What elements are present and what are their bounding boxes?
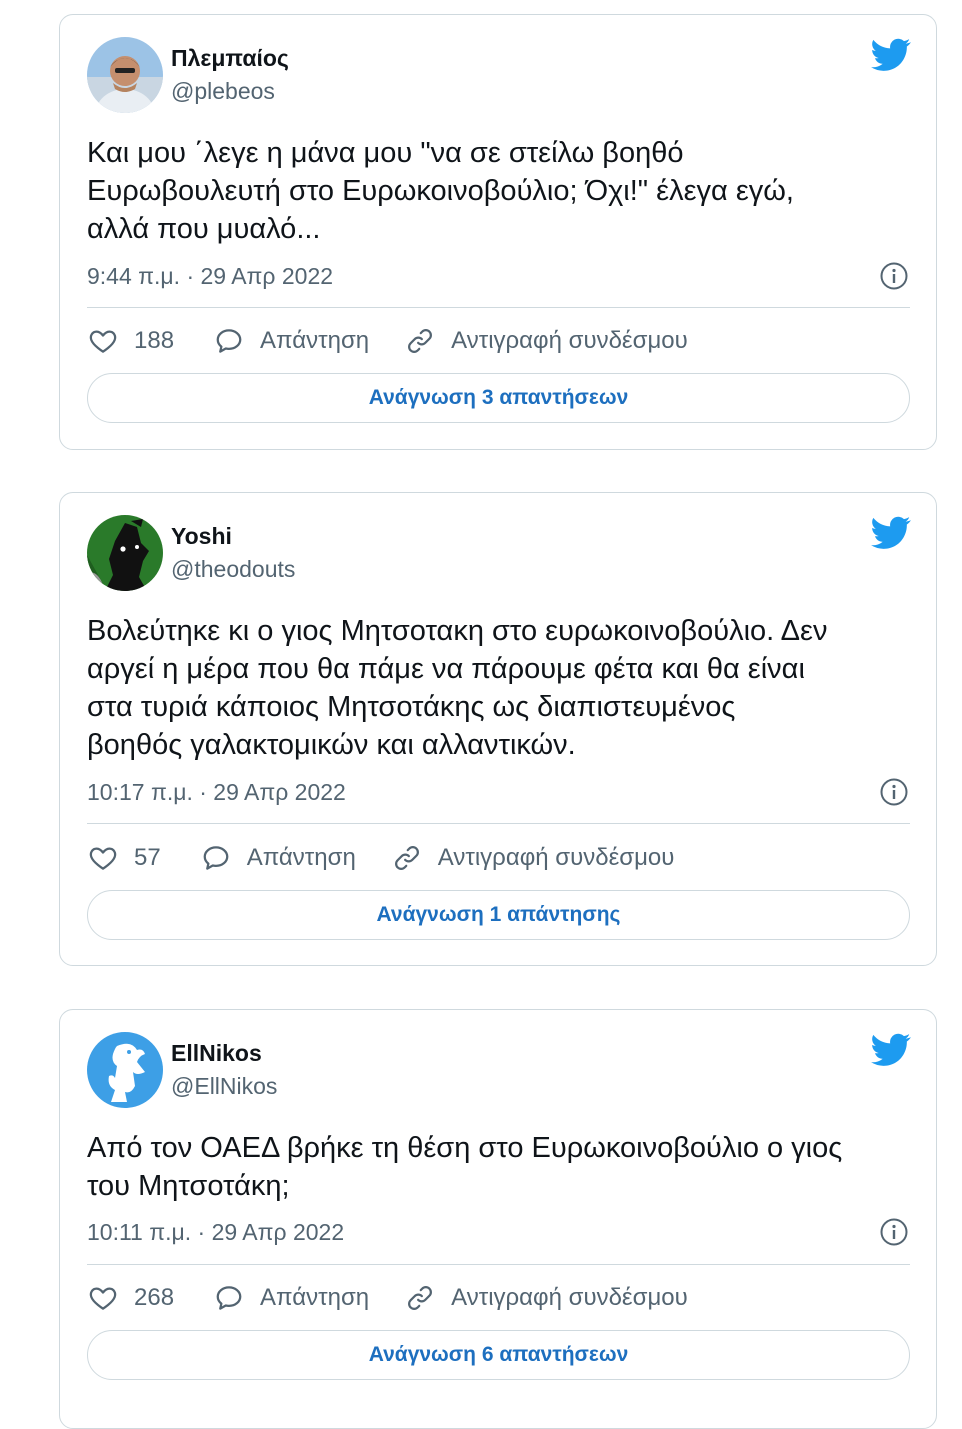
read-replies-button[interactable]: Ανάγνωση 1 απάντησης [87, 890, 910, 940]
display-name[interactable]: Yoshi [171, 522, 232, 550]
tweet-card: Yoshi @theodouts Βολεύτηκε κι ο γιος Μητ… [59, 492, 937, 966]
like-count: 57 [134, 844, 161, 871]
divider [87, 307, 910, 308]
twitter-bird-icon[interactable] [871, 1033, 911, 1067]
link-icon [394, 846, 419, 870]
like-count: 188 [134, 327, 175, 354]
link-icon [408, 1286, 433, 1310]
copy-link-label: Αντιγραφή συνδέσμου [451, 327, 688, 354]
like-button[interactable]: 268 [88, 1283, 174, 1313]
read-replies-button[interactable]: Ανάγνωση 3 απαντήσεων [87, 373, 910, 423]
link-icon [408, 329, 433, 353]
reply-label: Απάντηση [246, 844, 356, 871]
reply-label: Απάντηση [260, 1284, 370, 1311]
user-handle[interactable]: @theodouts [171, 555, 295, 583]
divider [87, 1264, 910, 1265]
tweet-text: Και μου ΄λεγε η μάνα μου "να σε στείλω β… [87, 137, 794, 245]
copy-link-label: Αντιγραφή συνδέσμου [451, 1284, 688, 1311]
copy-link-label: Αντιγραφή συνδέσμου [437, 844, 675, 871]
reply-button[interactable]: Απάντηση [214, 1283, 369, 1313]
reply-bubble-icon [203, 846, 229, 870]
avatar[interactable] [87, 515, 163, 591]
avatar[interactable] [87, 37, 163, 113]
like-button[interactable]: 188 [88, 326, 174, 356]
reply-label: Απάντηση [260, 327, 370, 354]
avatar[interactable] [87, 1032, 163, 1108]
tweet-card: Πλεμπαίος @plebeos Και μου ΄λεγε η μάνα … [59, 14, 937, 450]
like-button[interactable]: 57 [88, 843, 161, 873]
tweet-timestamp[interactable]: 10:17 π.μ. · 29 Απρ 2022 [87, 777, 346, 807]
read-replies-button[interactable]: Ανάγνωση 6 απαντήσεων [87, 1330, 910, 1380]
user-handle[interactable]: @plebeos [171, 77, 275, 105]
reply-bubble-icon [216, 329, 242, 353]
like-count: 268 [134, 1284, 175, 1311]
twitter-bird-icon[interactable] [871, 516, 911, 550]
heart-icon [89, 1287, 117, 1310]
twitter-bird-icon[interactable] [871, 38, 911, 72]
tweet-text: Από τον ΟΑΕΔ βρήκε τη θέση στο Ευρωκοινο… [87, 1132, 843, 1202]
reply-bubble-icon [216, 1286, 242, 1310]
divider [87, 823, 910, 824]
heart-icon [89, 330, 117, 353]
tweet-actions: 268 Απάντηση Αντιγραφή συνδέσμου [88, 1280, 910, 1316]
tweet-card: EllNikos @EllNikos Από τον ΟΑΕΔ βρήκε τη… [59, 1009, 937, 1429]
reply-button[interactable]: Απάντηση [214, 326, 369, 356]
tweet-actions: 57 Απάντηση Αντιγραφή συνδέσμου [88, 840, 910, 876]
heart-icon [89, 847, 117, 870]
info-icon[interactable] [880, 1218, 908, 1246]
display-name[interactable]: EllNikos [171, 1039, 262, 1067]
copy-link-button[interactable]: Αντιγραφή συνδέσμου [405, 1283, 688, 1313]
info-icon[interactable] [880, 778, 908, 806]
copy-link-button[interactable]: Αντιγραφή συνδέσμου [405, 326, 688, 356]
user-handle[interactable]: @EllNikos [171, 1072, 277, 1100]
tweet-timestamp[interactable]: 10:11 π.μ. · 29 Απρ 2022 [87, 1217, 344, 1247]
reply-button[interactable]: Απάντηση [201, 843, 356, 873]
info-icon[interactable] [880, 262, 908, 290]
tweet-actions: 188 Απάντηση Αντιγραφή συνδέσμου [88, 323, 910, 359]
copy-link-button[interactable]: Αντιγραφή συνδέσμου [392, 843, 675, 873]
tweet-text: Βολεύτηκε κι ο γιος Μητσοτακη στο ευρωκο… [87, 615, 828, 761]
display-name[interactable]: Πλεμπαίος [171, 44, 289, 72]
tweet-timestamp[interactable]: 9:44 π.μ. · 29 Απρ 2022 [87, 261, 333, 291]
